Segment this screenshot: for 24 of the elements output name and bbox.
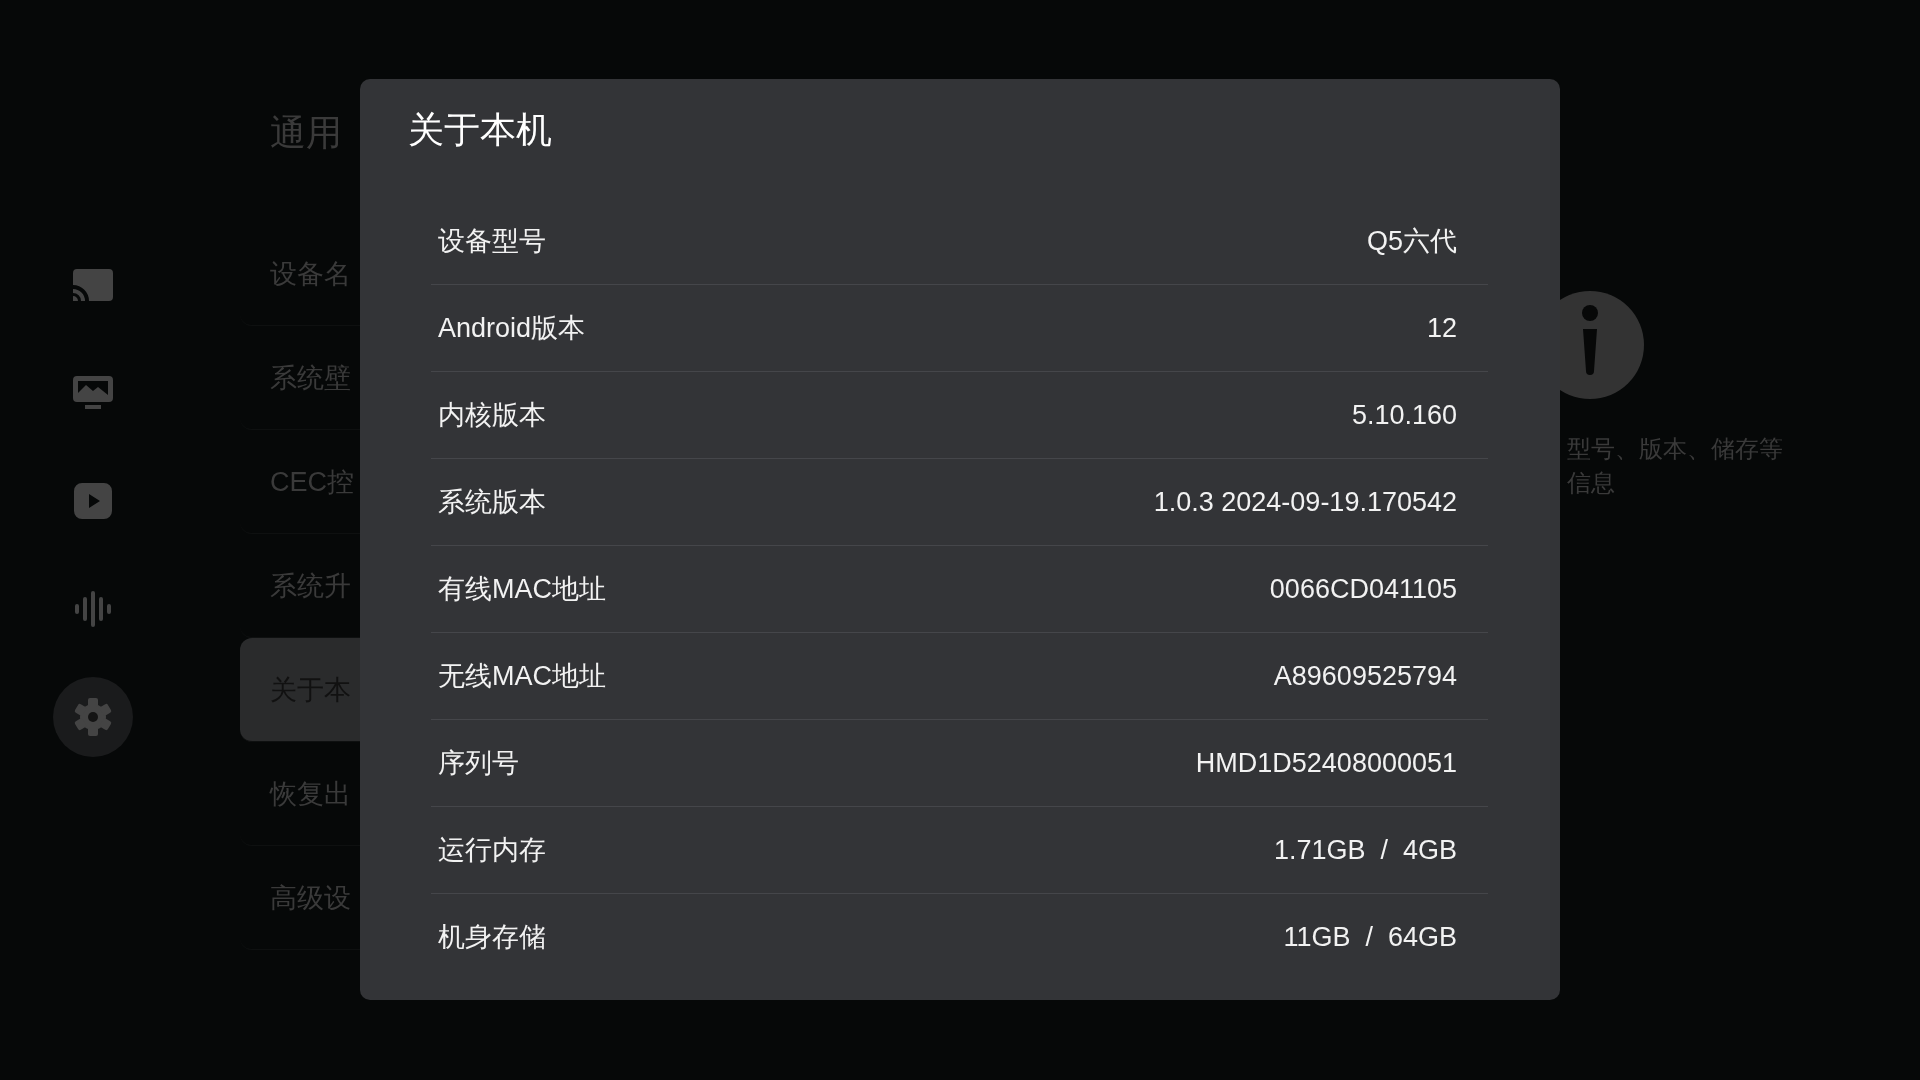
row-value: Q5六代 <box>1366 225 1457 258</box>
row-value: 5.10.160 <box>1351 399 1457 431</box>
row-value: 11GB / 64GB <box>1283 921 1457 953</box>
sound-wave-icon <box>75 591 111 627</box>
play-icon <box>74 483 112 519</box>
row-label: 无线MAC地址 <box>438 660 606 693</box>
row-value: 1.71GB / 4GB <box>1273 834 1457 866</box>
row-value: 1.0.3 2024-09-19.170542 <box>1153 486 1457 518</box>
row-value: 0066CD041105 <box>1269 573 1457 605</box>
row-label: 内核版本 <box>438 399 546 432</box>
settings-icon <box>74 698 112 736</box>
row-label: 有线MAC地址 <box>438 573 606 606</box>
row-label: 序列号 <box>438 747 519 780</box>
row-label: 机身存储 <box>438 921 546 954</box>
cast-icon <box>73 269 113 301</box>
row-value: A89609525794 <box>1273 660 1457 692</box>
row-label: 系统版本 <box>438 486 546 519</box>
row-value: 12 <box>1426 312 1457 344</box>
row-label: 运行内存 <box>438 834 546 867</box>
row-label: 设备型号 <box>438 225 546 258</box>
row-value: HMD1D52408000051 <box>1195 747 1457 779</box>
monitor-picture-icon <box>73 376 113 410</box>
row-label: Android版本 <box>438 312 586 345</box>
dialog-title: 关于本机 <box>408 108 553 152</box>
